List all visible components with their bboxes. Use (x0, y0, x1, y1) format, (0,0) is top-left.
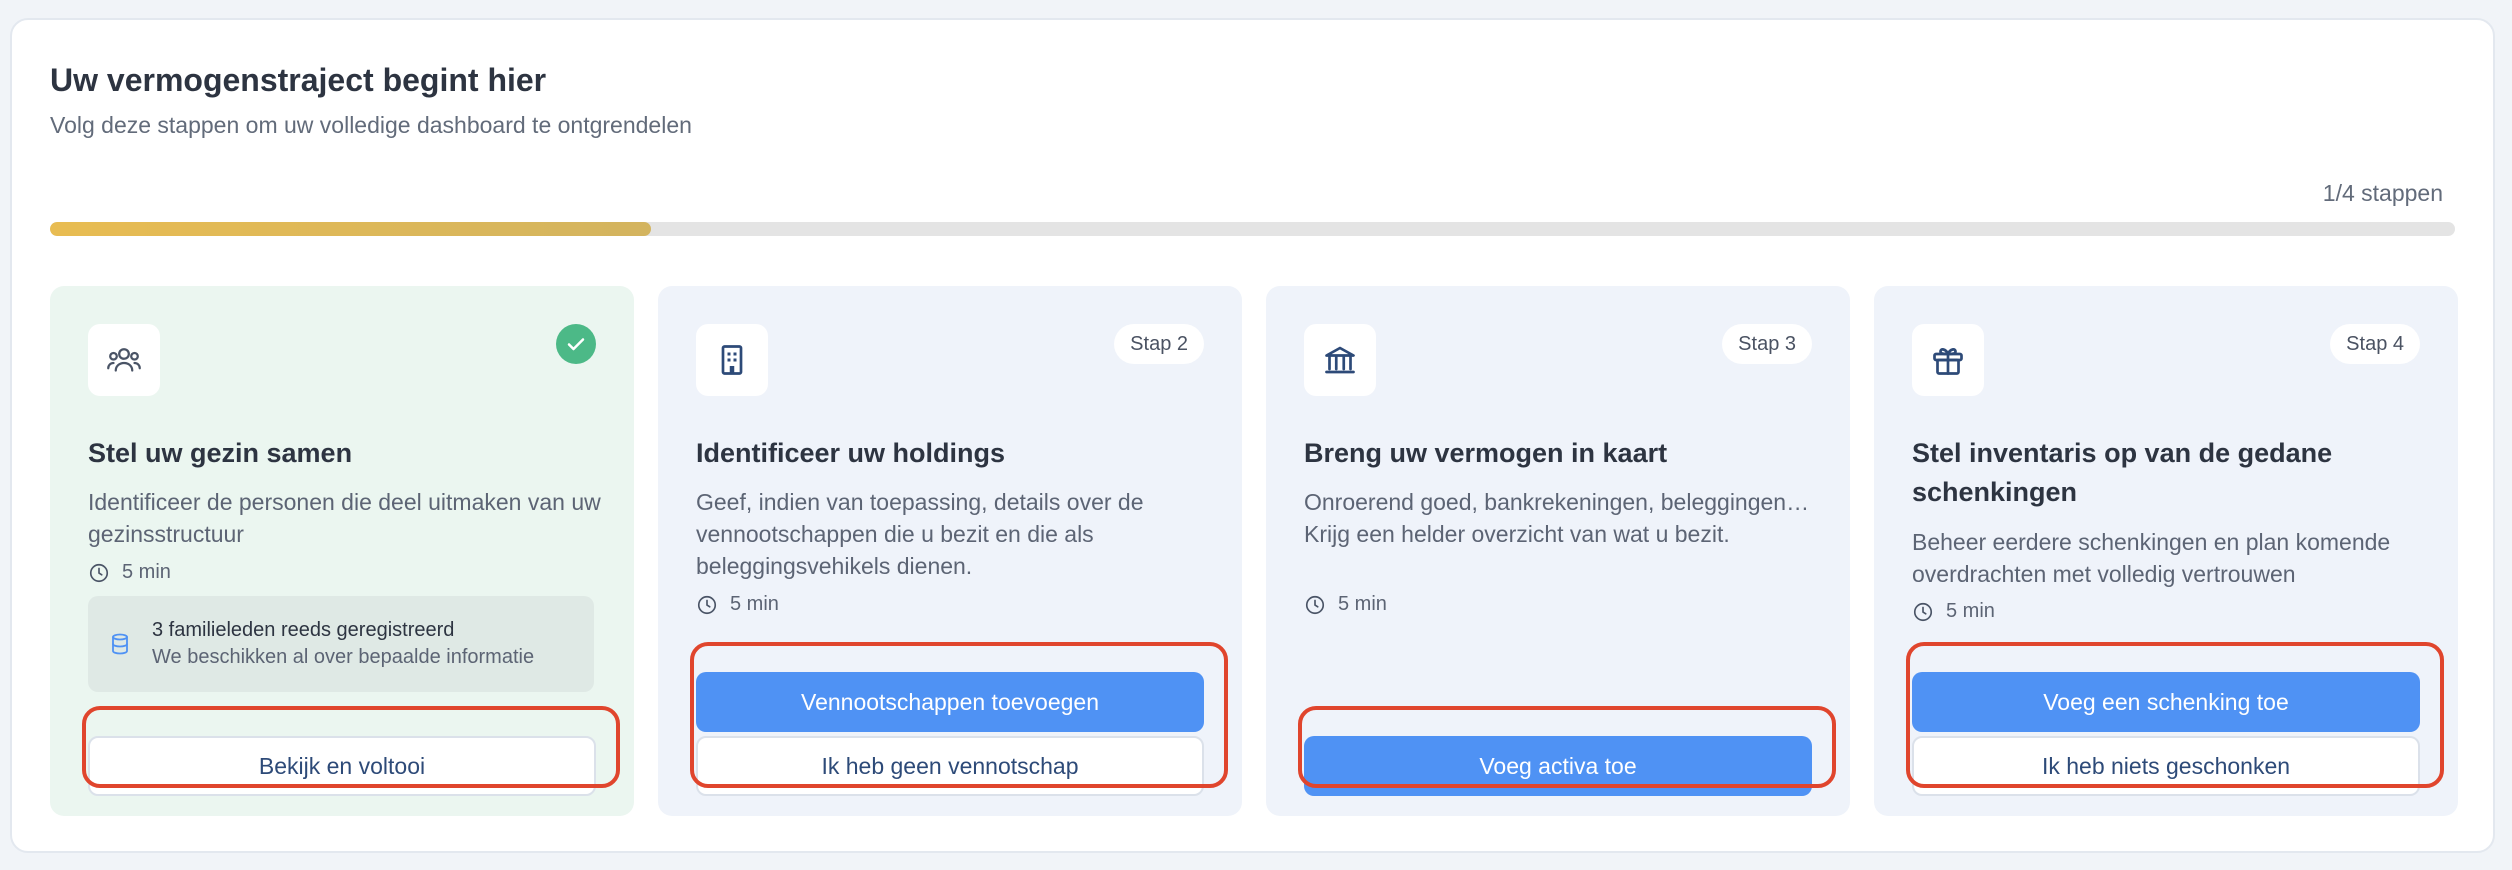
card-description: Identificeer de personen die deel uitmak… (88, 489, 601, 547)
building-icon (696, 324, 768, 396)
onboarding-panel: Uw vermogenstraject begint hier Volg dez… (10, 18, 2495, 853)
progress-bar (50, 222, 2455, 236)
card-duration: 5 min (1912, 600, 1995, 623)
card-description: Onroerend goed, bankrekeningen, beleggin… (1304, 489, 1810, 547)
highlight-outline (1298, 706, 1836, 788)
clock-icon (1913, 602, 1933, 621)
progress-fill (50, 222, 652, 236)
card-title: Stel uw gezin samen (88, 438, 353, 468)
users-icon (88, 324, 160, 396)
card-description: Beheer eerdere schenkingen en plan komen… (1912, 529, 2391, 587)
step-badge: Stap 4 (2330, 324, 2420, 364)
duration-label: 5 min (1946, 600, 1995, 622)
info-line-registered: 3 familieleden reeds geregistreerd (152, 619, 455, 641)
info-line-known: We beschikken al over bepaalde informati… (152, 646, 535, 668)
card-title: Identificeer uw holdings (696, 438, 1006, 468)
step-badge: Stap 3 (1722, 324, 1812, 364)
clock-icon (89, 563, 109, 582)
card-duration: 5 min (88, 561, 171, 584)
duration-label: 5 min (1338, 593, 1387, 615)
card-title: Stel inventaris op van de gedane schenki… (1912, 438, 2333, 507)
card-duration: 5 min (696, 593, 779, 616)
step-badge: Stap 2 (1114, 324, 1204, 364)
bank-icon (1304, 324, 1376, 396)
clock-icon (697, 595, 717, 614)
completed-check-icon (556, 324, 596, 364)
page-subtitle: Volg deze stappen om uw volledige dashbo… (50, 112, 692, 138)
card-title: Breng uw vermogen in kaart (1304, 438, 1668, 468)
highlight-outline (1906, 642, 2444, 788)
family-info-box: 3 familieleden reeds geregistreerd We be… (88, 596, 594, 692)
gift-icon (1912, 324, 1984, 396)
card-duration: 5 min (1304, 593, 1387, 616)
highlight-outline (82, 706, 620, 788)
database-icon (112, 633, 128, 655)
page-title: Uw vermogenstraject begint hier (50, 62, 547, 98)
highlight-outline (690, 642, 1228, 788)
duration-label: 5 min (122, 561, 171, 583)
duration-label: 5 min (730, 593, 779, 615)
card-description: Geef, indien van toepassing, details ove… (696, 489, 1144, 579)
steps-counter: 1/4 stappen (2322, 180, 2443, 206)
clock-icon (1305, 595, 1325, 614)
